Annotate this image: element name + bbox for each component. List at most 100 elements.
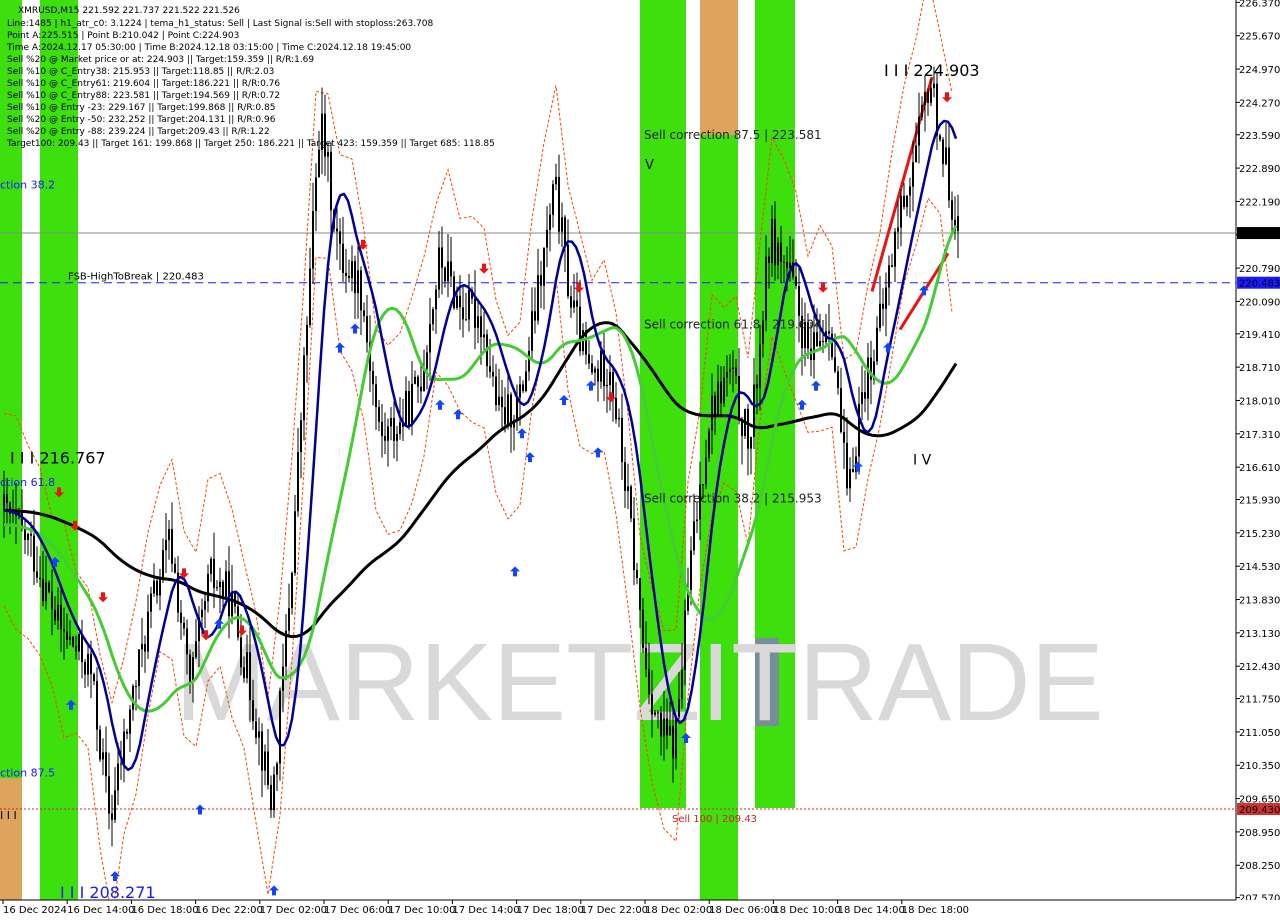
candle-body (213, 558, 215, 588)
candle-body (294, 511, 296, 573)
candle-body (543, 247, 545, 286)
candle-body (912, 162, 914, 187)
y-tick-label: 213.130 (1239, 629, 1280, 640)
candle-body (51, 591, 53, 611)
candle-body (522, 384, 524, 391)
candle-body (717, 381, 719, 416)
candle-body (876, 327, 878, 362)
x-tick-label: 18 Dec 14:00 (838, 905, 905, 916)
candle-body (114, 790, 116, 820)
candle-body (678, 699, 680, 717)
info-line: Sell %10 @ C_Entry38: 215.953 || Target:… (7, 67, 274, 77)
candle-body (909, 186, 911, 196)
candle-body (903, 195, 905, 207)
candle-body (636, 570, 638, 579)
info-line: Target100: 209.43 || Target 161: 199.868… (6, 139, 495, 149)
y-tick-label: 208.250 (1239, 861, 1280, 872)
candle-body (261, 731, 263, 771)
candle-body (831, 333, 833, 358)
candle-body (879, 303, 881, 328)
candle-body (90, 653, 92, 675)
candle-body (342, 243, 344, 273)
y-tick-label: 218.710 (1239, 363, 1280, 374)
candle-body (387, 426, 389, 441)
x-tick-label: 17 Dec 10:00 (388, 905, 455, 916)
candle-body (621, 418, 623, 463)
candle-body (690, 550, 692, 590)
candle-body (531, 311, 533, 351)
price-chart[interactable]: MARKETZITRADE FSB-HighToBreak | 220.483 S… (0, 0, 1280, 920)
candle-body (150, 593, 152, 612)
candle-body (645, 647, 647, 670)
candle-body (819, 341, 821, 347)
candle-body (351, 261, 353, 279)
candle-body (849, 469, 851, 489)
candle-body (567, 244, 569, 297)
candle-body (528, 350, 530, 372)
candle-body (108, 776, 110, 814)
candle-body (438, 247, 440, 290)
candle-body (558, 176, 560, 232)
candle-body (270, 784, 272, 811)
candle-body (888, 265, 890, 288)
candle-body (573, 300, 575, 308)
candle-body (354, 261, 356, 294)
candle-body (129, 709, 131, 734)
candle-body (429, 324, 431, 353)
candle-body (219, 581, 221, 588)
candle-body (783, 261, 785, 263)
candle-body (495, 376, 497, 406)
candle-body (48, 582, 50, 592)
candle-body (225, 571, 227, 597)
candle-body (123, 731, 125, 765)
price-axis: 226.370 225.670 224.970 224.270 223.590 222.8… (1235, 0, 1280, 920)
candle-body (945, 147, 947, 165)
candle-body (642, 609, 644, 648)
candle-body (780, 242, 782, 262)
annotation-label: ction 38.2 (0, 178, 55, 191)
candle-body (747, 408, 749, 449)
candle-body (681, 669, 683, 700)
candle-body (63, 629, 65, 632)
candle-body (171, 529, 173, 564)
candle-body (774, 218, 776, 266)
candle-body (948, 147, 950, 201)
annotation-label: I V (913, 453, 932, 469)
info-line: Point A:225.515 | Point B:210.042 | Poin… (7, 31, 239, 41)
x-tick-label: 16 Dec 18:00 (131, 905, 198, 916)
level-label-sell100: Sell 100 | 209.43 (672, 814, 757, 825)
candle-body (96, 681, 98, 730)
y-tick-label: 223.590 (1239, 131, 1280, 142)
candle-body (693, 521, 695, 551)
candle-body (732, 367, 734, 369)
y-tick-label: 220.090 (1239, 297, 1280, 308)
candle-body (852, 469, 854, 473)
candle-body (843, 432, 845, 443)
candle-body (189, 654, 191, 683)
candle-body (702, 484, 704, 486)
candle-body (864, 392, 866, 399)
annotation-label: V (645, 158, 654, 173)
candle-body (441, 247, 443, 268)
price-tag-label: 221.526 (1239, 229, 1280, 240)
x-tick-label: 18 Dec 02:00 (645, 905, 712, 916)
candle-body (357, 270, 359, 294)
candle-body (345, 272, 347, 277)
candle-body (42, 579, 44, 602)
candle-body (384, 436, 386, 441)
candle-body (477, 316, 479, 328)
candle-body (141, 643, 143, 650)
annotation-label: Sell correction 61.8 | 219.604 (644, 318, 822, 332)
x-tick-label: 17 Dec 18:00 (517, 905, 584, 916)
candle-body (516, 397, 518, 421)
candle-body (57, 604, 59, 621)
candle-body (534, 311, 536, 321)
candle-body (834, 357, 836, 372)
candle-body (504, 407, 506, 425)
candle-body (162, 550, 164, 577)
candle-body (885, 287, 887, 309)
candle-body (957, 216, 959, 231)
candle-body (267, 751, 269, 785)
candle-body (408, 391, 410, 426)
candle-body (72, 636, 74, 647)
